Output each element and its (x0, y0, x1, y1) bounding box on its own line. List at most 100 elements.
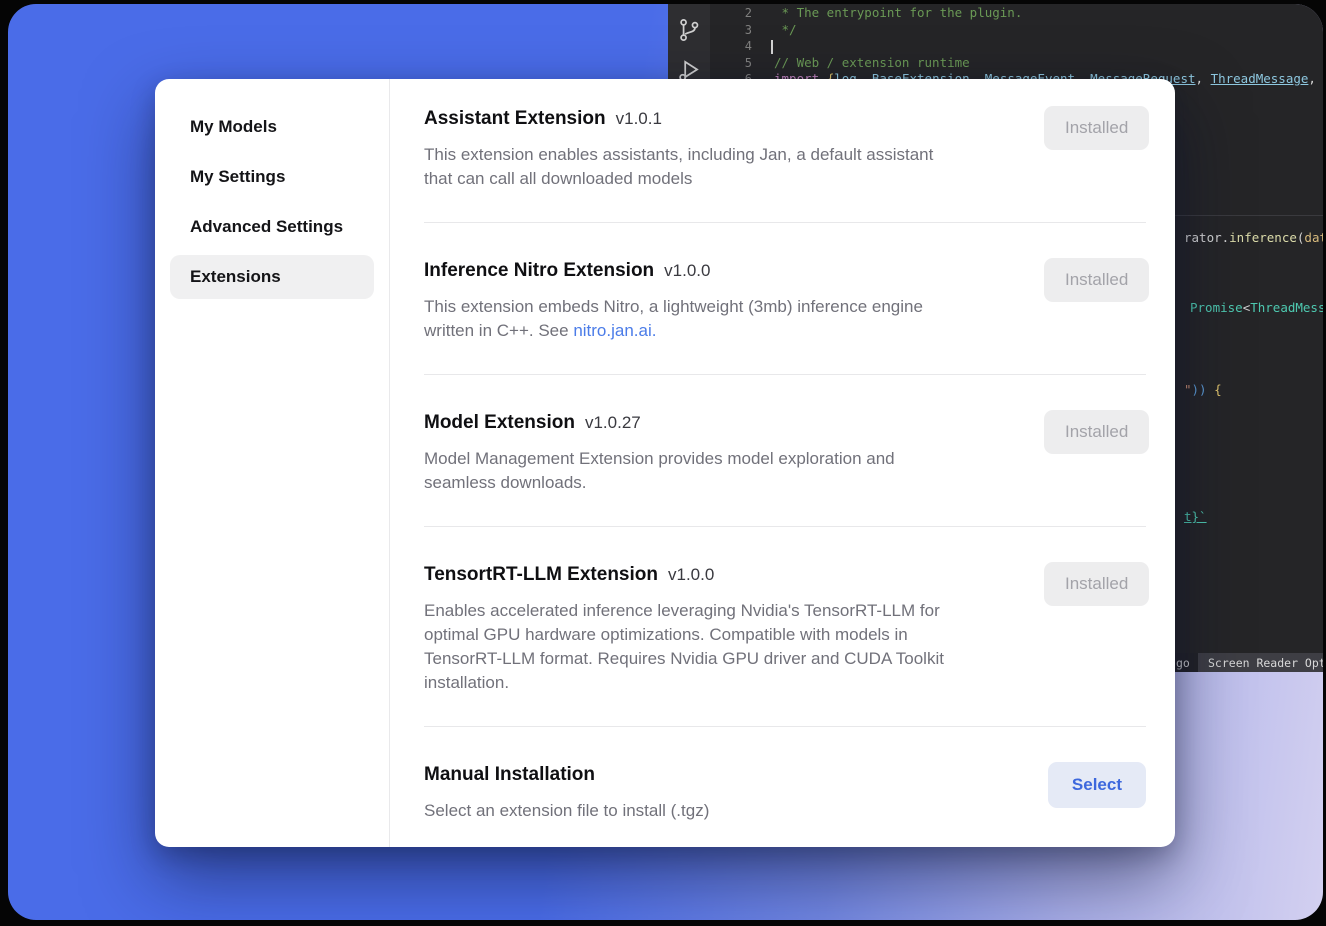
extension-action: Installed (1044, 562, 1149, 606)
extension-row: TensortRT-LLM Extension v1.0.0 Enables acc… (424, 562, 1146, 695)
extension-row: Inference Nitro Extensionv1.0.0 This exte… (424, 258, 1146, 343)
screenshot-canvas: 2 * The entrypoint for the plugin.3 */45… (0, 0, 1326, 926)
extension-description: Model Management Extension provides mode… (424, 447, 1044, 495)
sidebar-item-label: My Models (190, 117, 277, 137)
code-token: rator. (1184, 230, 1229, 245)
extension-action: Installed (1044, 258, 1149, 302)
row-divider (424, 222, 1146, 223)
status-bar-left-text: go (1176, 655, 1190, 672)
description-text: Enables accelerated inference leveraging… (424, 601, 940, 620)
code-token: " (1184, 382, 1192, 397)
code-token: t}` (1184, 509, 1207, 524)
extension-info: Model Extension v1.0.27 Model Management E… (424, 410, 1044, 495)
code-text: // Web / extension runtime (752, 55, 970, 72)
settings-panel: My Models My Settings Advanced Settings Ext… (155, 79, 1175, 847)
extension-title-line: Assistant Extension v1.0.1 (424, 106, 1044, 133)
extension-title-line: Manual Installation (424, 762, 1044, 789)
extension-title: Model Extension (424, 412, 575, 433)
code-text: */ (752, 22, 797, 39)
extension-version: v1.0.27 (585, 413, 641, 432)
description-line: TensorRT-LLM format. Requires Nvidia GPU… (424, 647, 1044, 671)
row-divider (424, 374, 1146, 375)
code-token: data (1304, 230, 1323, 245)
extension-title: Assistant Extension (424, 108, 606, 129)
extension-action: Installed (1044, 106, 1149, 150)
screen-reader-optimized-status[interactable]: Screen Reader Optimized (1198, 653, 1323, 672)
description-line: that can call all downloaded models (424, 167, 1044, 191)
extension-info: Assistant Extension v1.0.1 This extension … (424, 106, 1044, 191)
sidebar-item-my-settings[interactable]: My Settings (170, 155, 374, 199)
description-line: Model Management Extension provides mode… (424, 447, 1044, 471)
extension-title-line: Inference Nitro Extensionv1.0.0 (424, 258, 1044, 285)
description-line: This extension embeds Nitro, a lightweig… (424, 295, 1044, 319)
code-token: Promise (1190, 300, 1243, 315)
description-text: installation. (424, 673, 509, 692)
installed-button[interactable]: Installed (1044, 106, 1149, 150)
code-token: ThreadMessage (1250, 300, 1323, 315)
sidebar-item-extensions[interactable]: Extensions (170, 255, 374, 299)
row-divider (424, 526, 1146, 527)
text-cursor (771, 40, 773, 54)
code-token: { (1214, 382, 1222, 397)
settings-sidebar: My Models My Settings Advanced Settings Ext… (155, 79, 390, 847)
code-line: 4 (710, 38, 1323, 55)
installed-button[interactable]: Installed (1044, 410, 1149, 454)
code-fragment: t}` (1184, 509, 1207, 526)
extension-version: v1.0.1 (616, 109, 662, 128)
extension-description: Select an extension file to install (.tg… (424, 799, 1044, 823)
extension-action: Select (1048, 762, 1146, 808)
extension-version: v1.0.0 (664, 261, 710, 280)
description-line: This extension enables assistants, inclu… (424, 143, 1044, 167)
code-text: * The entrypoint for the plugin. (752, 5, 1022, 22)
description-text: This extension embeds Nitro, a lightweig… (424, 297, 923, 316)
description-text: that can call all downloaded models (424, 169, 692, 188)
select-button[interactable]: Select (1048, 762, 1146, 808)
extension-description: Enables accelerated inference leveraging… (424, 599, 1044, 695)
extension-info: Inference Nitro Extensionv1.0.0 This exte… (424, 258, 1044, 343)
sidebar-item-label: My Settings (190, 167, 285, 187)
code-fragment: Promise<ThreadMessage> (1190, 300, 1323, 317)
extension-title: Manual Installation (424, 764, 595, 785)
code-token: )) (1192, 382, 1215, 397)
code-token: */ (774, 22, 797, 37)
extension-row: Assistant Extension v1.0.1 This extension … (424, 106, 1146, 191)
extension-action: Installed (1044, 410, 1149, 454)
installed-button[interactable]: Installed (1044, 562, 1149, 606)
code-token: inference (1229, 230, 1297, 245)
extension-info: Manual Installation Select an extension f… (424, 762, 1044, 823)
description-line: written in C++. See nitro.jan.ai. (424, 319, 1044, 343)
sidebar-item-advanced-settings[interactable]: Advanced Settings (170, 205, 374, 249)
extension-info: TensortRT-LLM Extension v1.0.0 Enables acc… (424, 562, 1044, 695)
sidebar-item-label: Extensions (190, 267, 281, 287)
extension-description: This extension embeds Nitro, a lightweig… (424, 295, 1044, 343)
nitro-jan-ai-link[interactable]: nitro.jan.ai. (573, 321, 656, 340)
description-text: Model Management Extension provides mode… (424, 449, 895, 468)
code-line: 2 * The entrypoint for the plugin. (710, 5, 1323, 22)
description-line: Select an extension file to install (.tg… (424, 799, 1044, 823)
code-line: 3 */ (710, 22, 1323, 39)
desktop-background: 2 * The entrypoint for the plugin.3 */45… (8, 4, 1323, 920)
code-token: ThreadMessage (1211, 71, 1309, 86)
sidebar-item-my-models[interactable]: My Models (170, 105, 374, 149)
code-line: 5// Web / extension runtime (710, 55, 1323, 72)
code-fragment: rator.inference(data)); (1184, 230, 1323, 247)
extension-row: Model Extension v1.0.27 Model Management E… (424, 410, 1146, 495)
description-text: seamless downloads. (424, 473, 587, 492)
code-token: , (1196, 71, 1211, 86)
code-lines: 2 * The entrypoint for the plugin.3 */45… (710, 5, 1323, 88)
extension-description: This extension enables assistants, inclu… (424, 143, 1044, 191)
extensions-list: Assistant Extension v1.0.1 This extension … (390, 79, 1175, 847)
extension-version: v1.0.0 (668, 565, 714, 584)
line-number: 2 (710, 5, 752, 22)
code-token: , (1308, 71, 1323, 86)
line-number: 3 (710, 22, 752, 39)
description-line: Enables accelerated inference leveraging… (424, 599, 1044, 623)
description-text: written in C++. See (424, 321, 573, 340)
installed-button[interactable]: Installed (1044, 258, 1149, 302)
description-text: Select an extension file to install (.tg… (424, 801, 709, 820)
description-text: This extension enables assistants, inclu… (424, 145, 933, 164)
line-number: 4 (710, 38, 752, 55)
line-number: 5 (710, 55, 752, 72)
source-control-icon[interactable] (676, 17, 702, 43)
extension-title: TensortRT-LLM Extension (424, 564, 658, 585)
